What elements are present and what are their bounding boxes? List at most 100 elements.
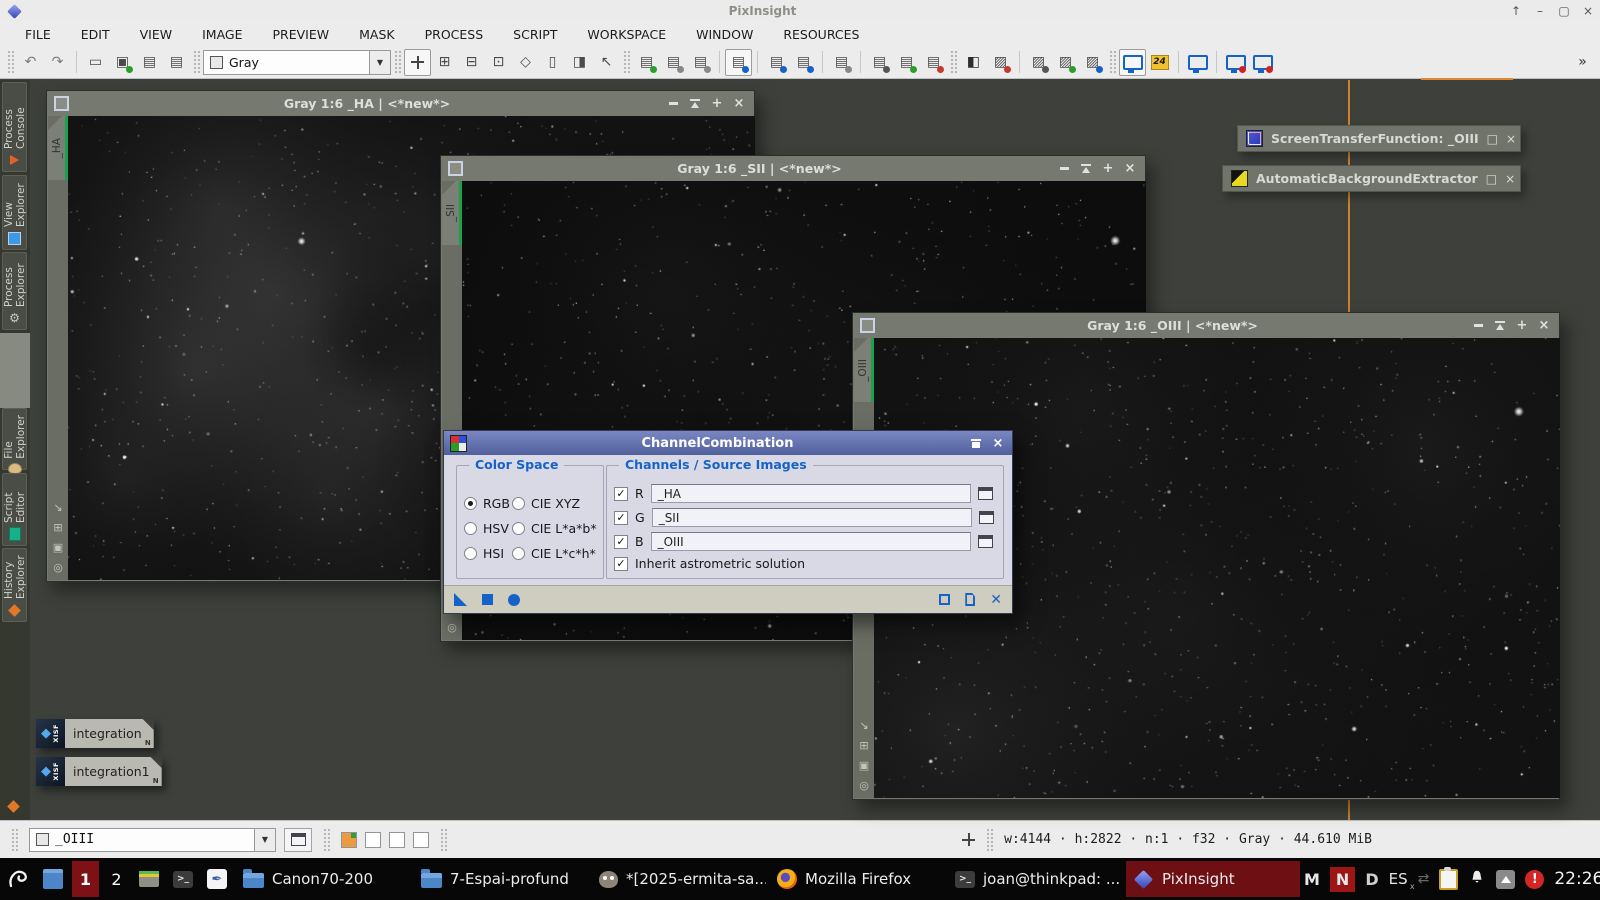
inherit-astrometric-checkbox[interactable]: ✓: [614, 557, 628, 571]
dialog-titlebar[interactable]: ChannelCombination ×: [444, 431, 1012, 455]
fit-window-icon[interactable]: ⊞: [53, 521, 62, 534]
show-desktop-icon[interactable]: [38, 863, 68, 895]
select-view-icon[interactable]: [978, 487, 993, 500]
minimized-window-integration[interactable]: ◆ XISF integrationN: [36, 719, 154, 748]
revert-image-icon[interactable]: ▤: [828, 49, 855, 76]
select-view-icon[interactable]: [979, 511, 994, 524]
statusbar-handle[interactable]: [11, 828, 18, 852]
toolbar-handle[interactable]: [394, 50, 401, 74]
window-titlebar[interactable]: Gray 1:6 _SII | <*new*> + ×: [441, 156, 1145, 181]
channel-b-checkbox[interactable]: ✓: [614, 535, 628, 549]
channel-g-source-field[interactable]: _SII: [652, 508, 972, 527]
workspace-selector-1[interactable]: [341, 832, 357, 848]
browse-documentation-icon[interactable]: [939, 594, 950, 605]
channel-r-source-field[interactable]: _HA: [651, 484, 971, 503]
redo-icon[interactable]: ↷: [44, 49, 71, 76]
dock-tab-process-console[interactable]: Process Console: [2, 82, 27, 172]
view-tab-ha[interactable]: _HA: [48, 116, 68, 180]
wm-keep-above-icon[interactable]: ↑: [1504, 0, 1528, 22]
menu-file[interactable]: FILE: [10, 27, 66, 42]
radio-hsi[interactable]: HSI: [464, 546, 504, 561]
minimize-icon[interactable]: [1056, 156, 1072, 181]
statusbar-handle[interactable]: [986, 828, 993, 852]
view-tab-sii[interactable]: _SII: [442, 181, 462, 245]
menu-preview[interactable]: PREVIEW: [258, 27, 345, 42]
tray-app-n-icon[interactable]: N: [1330, 867, 1355, 892]
radio-cie-lab[interactable]: CIE L*a*b*: [512, 521, 597, 536]
radio-rgb[interactable]: RGB: [464, 496, 510, 511]
previous-screen-icon[interactable]: [1184, 49, 1211, 76]
zoom-fit-icon[interactable]: ↘: [859, 719, 868, 732]
realtime-preview-icon[interactable]: [508, 594, 520, 606]
save-image-icon[interactable]: ▤: [660, 49, 687, 76]
window-icon[interactable]: [860, 318, 875, 333]
editor-app-icon[interactable]: ✒: [202, 863, 232, 895]
toolbar-handle[interactable]: [623, 50, 630, 74]
menu-resources[interactable]: RESOURCES: [768, 27, 874, 42]
window-icon[interactable]: [448, 161, 463, 176]
taskbar-task[interactable]: *[2025-ermita-sa...: [592, 861, 766, 897]
mask-show-icon[interactable]: ▨: [1079, 49, 1106, 76]
dropdown-arrow-icon[interactable]: ▼: [369, 51, 390, 74]
tray-sync-icon[interactable]: ⇄: [1418, 871, 1430, 887]
toolbar-overflow-icon[interactable]: »: [1569, 49, 1596, 76]
move-tool-icon[interactable]: [404, 49, 431, 76]
pan-icon[interactable]: ◇: [512, 49, 539, 76]
maximize-icon[interactable]: +: [1100, 156, 1116, 181]
close-screen-icon[interactable]: [1222, 49, 1249, 76]
fit-view-icon[interactable]: ⊡: [485, 49, 512, 76]
tray-app-d-icon[interactable]: D: [1365, 870, 1378, 889]
toolbar-handle[interactable]: [7, 50, 14, 74]
screen-stf-icon[interactable]: [1119, 49, 1146, 76]
taskbar-task[interactable]: 7-Espai-profund: [414, 861, 588, 897]
minimize-icon[interactable]: [1470, 313, 1486, 338]
dialog-shade-icon[interactable]: [968, 431, 984, 455]
menu-window[interactable]: WINDOW: [681, 27, 768, 42]
rename-view-icon[interactable]: ▭: [82, 49, 109, 76]
channel-g-checkbox[interactable]: ✓: [614, 511, 628, 525]
taskbar-task[interactable]: >_joan@thinkpad: ...: [948, 861, 1122, 897]
mask-enable-icon[interactable]: ▨: [1052, 49, 1079, 76]
clipboard-tray-icon[interactable]: [1439, 869, 1458, 890]
close-icon[interactable]: ×: [1122, 156, 1138, 181]
image-delete-icon[interactable]: ▤: [920, 49, 947, 76]
menu-edit[interactable]: EDIT: [66, 27, 125, 42]
expand-icon[interactable]: ⊞: [431, 49, 458, 76]
stf-track-icon[interactable]: ◎: [447, 621, 457, 634]
menu-view[interactable]: VIEW: [125, 27, 188, 42]
radio-cie-xyz[interactable]: CIE XYZ: [512, 496, 580, 511]
channel-combination-dialog[interactable]: ChannelCombination × Color Space RGB HSV…: [443, 430, 1013, 614]
radio-hsv[interactable]: HSV: [464, 521, 509, 536]
select-cursor-icon[interactable]: ↖: [593, 49, 620, 76]
panel-restore-icon[interactable]: □: [1487, 132, 1498, 146]
duplicate-view-icon[interactable]: ▣: [859, 759, 869, 772]
save-as-icon[interactable]: ▤: [687, 49, 714, 76]
active-view-selector[interactable]: _OIII ▼: [29, 828, 276, 852]
workspace-1-button[interactable]: 1: [72, 861, 99, 897]
taskbar-task[interactable]: Mozilla Firefox: [770, 861, 944, 897]
window-titlebar[interactable]: Gray 1:6 _HA | <*new*> + ×: [47, 91, 754, 116]
view-tab-oiii[interactable]: _OIII: [854, 338, 874, 402]
workspace-2-button[interactable]: 2: [103, 861, 130, 897]
menu-process[interactable]: PROCESS: [410, 27, 499, 42]
shade-icon[interactable]: [687, 91, 703, 116]
notification-bell-icon[interactable]: [1468, 868, 1486, 890]
removable-media-icon[interactable]: [1496, 870, 1515, 889]
maximize-icon[interactable]: +: [709, 91, 725, 116]
keyboard-layout-indicator[interactable]: ES: [1389, 870, 1408, 888]
reset-icon[interactable]: ✕: [990, 593, 1002, 607]
edit-preview-icon[interactable]: ◨: [566, 49, 593, 76]
wm-menu-icon[interactable]: [4, 863, 34, 895]
workspace-selector-4[interactable]: [413, 832, 429, 848]
minimized-window-integration1[interactable]: ◆ XISF integration1N: [36, 757, 162, 786]
copy-image-icon[interactable]: ▤: [136, 49, 163, 76]
close-icon[interactable]: ×: [1536, 313, 1552, 338]
archive-app-icon[interactable]: [134, 863, 164, 895]
panel-close-icon[interactable]: ×: [1506, 132, 1516, 146]
new-preview-icon[interactable]: ▯: [539, 49, 566, 76]
dialog-close-icon[interactable]: ×: [990, 431, 1006, 455]
close-icon[interactable]: ×: [731, 91, 747, 116]
close-all-screens-icon[interactable]: [1249, 49, 1276, 76]
image-reload-icon[interactable]: ▤: [893, 49, 920, 76]
shade-icon[interactable]: [1492, 313, 1508, 338]
